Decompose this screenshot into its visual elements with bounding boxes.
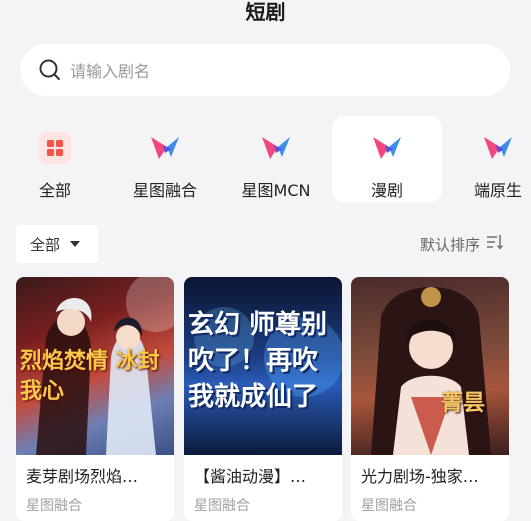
tab-xingtu-mcn[interactable]: 星图MCN	[221, 116, 331, 202]
search-input[interactable]: 请输入剧名	[70, 58, 150, 82]
filter-dropdown[interactable]: 全部	[16, 225, 98, 263]
tab-xingtu-fusion[interactable]: 星图融合	[110, 116, 220, 202]
drama-title: 光力剧场-独家…	[361, 467, 479, 486]
poster-title: 烈焰焚情 冰封我心	[20, 349, 160, 404]
drama-poster[interactable]: 烈焰焚情 冰封我心	[16, 277, 174, 455]
tab-manju[interactable]: 漫剧	[332, 116, 442, 202]
drama-card[interactable]: 菁昙 光力剧场-独家… 星图融合	[351, 277, 509, 521]
sort-icon	[480, 234, 504, 254]
caret-down-icon	[70, 241, 81, 247]
search-icon	[38, 58, 62, 82]
tab-label: 星图融合	[132, 181, 197, 200]
drama-title: 【酱油动漫】…	[194, 467, 307, 486]
tab-label: 漫剧	[370, 181, 403, 200]
drama-card[interactable]: 烈焰焚情 冰封我心 麦芽剧场烈焰… 星图融合	[16, 277, 174, 521]
drama-tag: 星图融合	[194, 498, 250, 514]
tab-label: 端原生	[473, 181, 522, 200]
tab-all[interactable]: 全部	[0, 116, 110, 202]
drama-tag: 星图融合	[26, 498, 82, 514]
drama-title: 麦芽剧场烈焰…	[26, 467, 139, 486]
drama-card[interactable]: 玄幻 师尊别吹了！再吹我就成仙了 【酱油动漫】… 星图融合	[184, 277, 342, 521]
poster-title: 玄幻 师尊别吹了！再吹我就成仙了	[188, 310, 328, 412]
drama-poster[interactable]: 菁昙	[351, 277, 509, 455]
poster-title: 菁昙	[441, 391, 486, 416]
search-bar[interactable]: 请输入剧名	[20, 44, 510, 96]
drama-poster[interactable]: 玄幻 师尊别吹了！再吹我就成仙了	[184, 277, 342, 455]
sort-button[interactable]: 默认排序	[420, 232, 504, 256]
filter-selected: 全部	[30, 235, 61, 254]
xingtu-logo-icon	[149, 132, 181, 164]
drama-tag: 星图融合	[361, 498, 417, 514]
page-title: 短剧	[245, 0, 286, 24]
tab-label: 全部	[38, 181, 71, 200]
sort-label: 默认排序	[420, 235, 481, 254]
tab-native[interactable]: 端原生	[443, 116, 531, 202]
xingtu-logo-icon	[482, 132, 514, 164]
tab-label: 星图MCN	[241, 181, 311, 200]
xingtu-logo-icon	[371, 132, 403, 164]
category-tabs: 全部 星图融合 星图MCN 漫剧 端原生	[0, 116, 531, 202]
grid-icon	[39, 132, 71, 164]
xingtu-logo-icon	[260, 132, 292, 164]
